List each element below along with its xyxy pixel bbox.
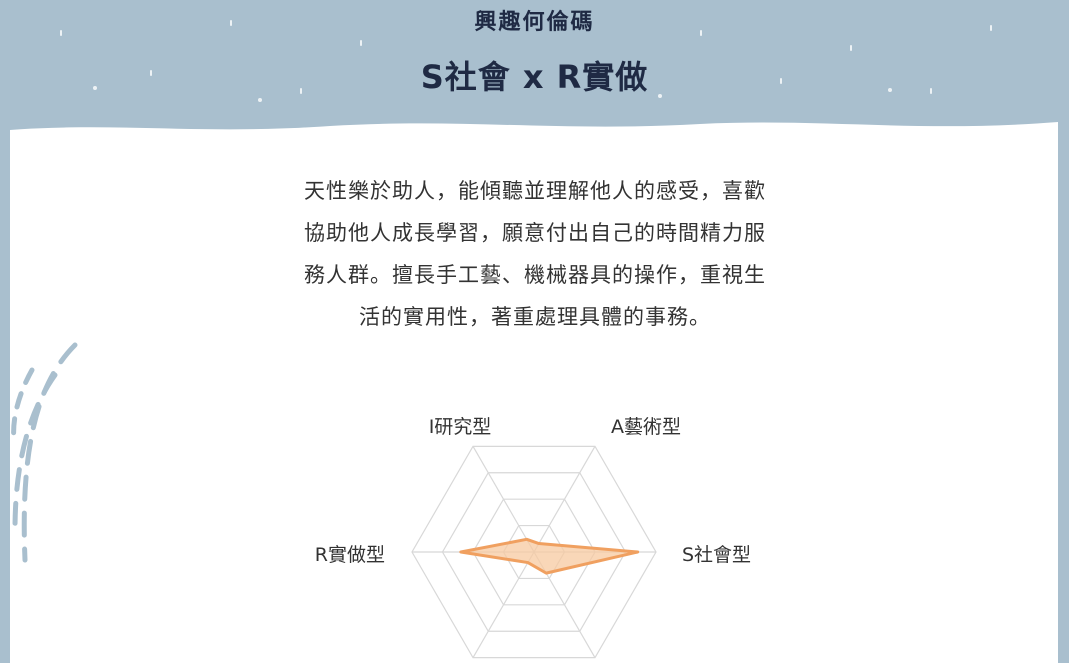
radar-axis-label: R實做型 (315, 544, 385, 566)
page: 興趣何倫碼 S社會 x R實做 天性樂於助人，能傾聽並理解他人的感受，喜歡協助他… (0, 0, 1069, 663)
radar-axis-label: A藝術型 (611, 416, 681, 438)
radar-chart: I研究型 A藝術型 S社會型 R實做型 (315, 416, 751, 659)
radar-axis-label: S社會型 (682, 544, 751, 566)
radar-axis-label: I研究型 (429, 416, 492, 438)
radar-series-area (459, 537, 640, 575)
